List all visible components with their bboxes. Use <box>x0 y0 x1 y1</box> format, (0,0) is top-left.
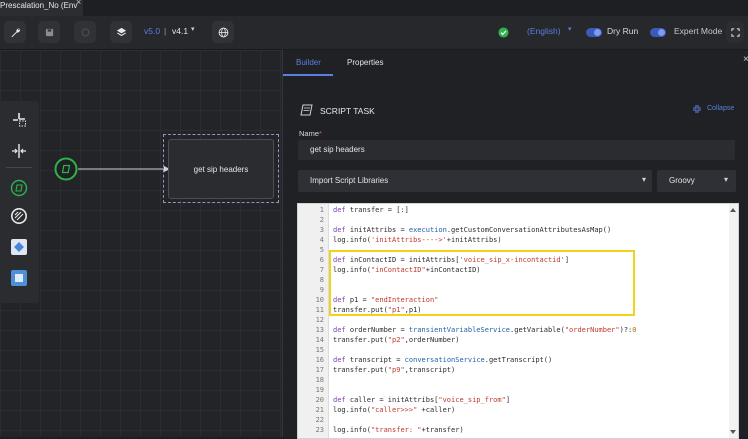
editor-scrollbar[interactable] <box>729 204 738 438</box>
collapse-button[interactable]: Collapse <box>707 105 734 112</box>
task-node-label: get sip headers <box>193 164 249 174</box>
close-icon[interactable]: × <box>76 0 81 8</box>
code-text: transfer.put("p2",orderNumber) <box>333 336 460 344</box>
name-field[interactable]: get sip headers <box>298 140 735 160</box>
expand-button[interactable] <box>726 21 744 43</box>
code-text: log.info('initAttribs---->'+initAttribs) <box>333 236 502 244</box>
line-number: 23 <box>315 426 324 434</box>
status-ok-icon <box>498 27 509 38</box>
history-icon <box>80 27 90 37</box>
line-number: 1 <box>319 206 324 214</box>
line-number: 8 <box>319 276 324 284</box>
layers-button[interactable] <box>110 21 132 43</box>
line-number: 22 <box>315 416 324 424</box>
import-script-libraries-select[interactable]: Import Script Libraries ▾ <box>298 170 652 192</box>
line-number: 18 <box>315 376 324 384</box>
line-number: 9 <box>319 286 324 294</box>
tab-properties[interactable]: Properties <box>347 58 383 67</box>
wrench-button[interactable] <box>4 21 26 43</box>
code-text: def transcript = conversationService.get… <box>333 356 553 364</box>
end-event-icon[interactable] <box>9 206 29 226</box>
script-language-select[interactable]: Groovy ▾ <box>657 170 736 192</box>
code-text: log.info("caller>>>" +caller) <box>333 406 456 414</box>
gateway-icon[interactable] <box>9 237 29 257</box>
element-palette <box>0 101 39 303</box>
save-icon <box>45 28 53 36</box>
code-text: def initAttribs = execution.getCustomCon… <box>333 226 612 234</box>
line-number: 2 <box>319 216 324 224</box>
save-button[interactable] <box>38 21 60 43</box>
code-text: def orderNumber = transientVariableServi… <box>333 326 637 334</box>
line-number: 4 <box>319 236 324 244</box>
code-editor[interactable]: 1 def transfer = [:] 2 3 def initAttribs = e… <box>297 203 739 439</box>
process-tab[interactable]: Prescalation_No (Env × <box>0 0 83 16</box>
close-icon[interactable]: × <box>743 54 748 65</box>
line-number: 17 <box>315 366 324 374</box>
line-number: 6 <box>319 256 324 264</box>
toolbar: v5.0 | v4.1 ▾ (English) ▾ Dry Run Expert… <box>0 16 748 50</box>
layers-icon <box>116 27 126 36</box>
chevron-down-icon: ▾ <box>641 175 646 184</box>
script-task-node[interactable]: get sip headers <box>168 139 274 199</box>
scroll-down-icon[interactable] <box>730 430 736 434</box>
line-number: 3 <box>319 226 324 234</box>
script-task-icon[interactable] <box>9 268 29 288</box>
dry-run-label: Dry Run <box>607 26 639 36</box>
line-number: 20 <box>315 396 324 404</box>
chevron-down-icon[interactable]: ▾ <box>568 25 572 33</box>
active-tab-indicator <box>283 74 333 76</box>
chevron-down-icon[interactable]: ▾ <box>191 25 195 33</box>
name-label: Name* <box>299 129 322 138</box>
version-separator: | <box>164 26 167 36</box>
code-text: def transfer = [:] <box>333 206 409 214</box>
line-number: 14 <box>315 336 324 344</box>
chevron-down-icon: ▾ <box>723 175 728 184</box>
history-button[interactable] <box>74 21 96 43</box>
line-number: 11 <box>315 306 324 314</box>
line-number: 19 <box>315 386 324 394</box>
start-event-node[interactable] <box>54 157 78 181</box>
dry-run-toggle[interactable] <box>586 28 602 37</box>
line-number: 13 <box>315 326 324 334</box>
code-text: transfer.put("p9",transcript) <box>333 366 456 374</box>
code-text: def caller = initAttribs["voice_sip_from… <box>333 396 511 404</box>
hand-tool-icon[interactable] <box>9 110 29 130</box>
line-number: 16 <box>315 356 324 364</box>
line-number: 12 <box>315 316 324 324</box>
code-text: log.info("transfer: "+transfer) <box>333 426 464 434</box>
line-number: 15 <box>315 346 324 354</box>
process-canvas[interactable] <box>0 50 282 437</box>
space-tool-icon[interactable] <box>9 141 29 161</box>
start-event-icon[interactable] <box>9 178 29 198</box>
expand-icon <box>730 27 740 37</box>
wrench-icon <box>10 27 20 37</box>
scroll-up-icon[interactable] <box>730 208 736 212</box>
globe-icon <box>218 27 228 37</box>
line-number: 10 <box>315 296 324 304</box>
collapse-icon[interactable] <box>692 104 702 114</box>
globe-button[interactable] <box>212 21 234 43</box>
browser-tab-strip: Prescalation_No (Env × <box>0 0 748 16</box>
line-number: 5 <box>319 246 324 254</box>
line-number: 7 <box>319 266 324 274</box>
expert-mode-toggle[interactable] <box>650 28 666 37</box>
expert-mode-label: Expert Mode <box>674 26 723 36</box>
tab-builder[interactable]: Builder <box>296 58 321 67</box>
current-version: v5.0 <box>144 26 161 36</box>
process-tab-title: Prescalation_No (Env <box>0 1 78 10</box>
highlight-box <box>329 250 635 316</box>
section-title: SCRIPT TASK <box>320 106 375 116</box>
line-number: 21 <box>315 406 324 414</box>
script-icon <box>300 104 313 116</box>
version-select[interactable]: v4.1 <box>172 26 188 36</box>
language-select[interactable]: (English) <box>527 26 561 36</box>
